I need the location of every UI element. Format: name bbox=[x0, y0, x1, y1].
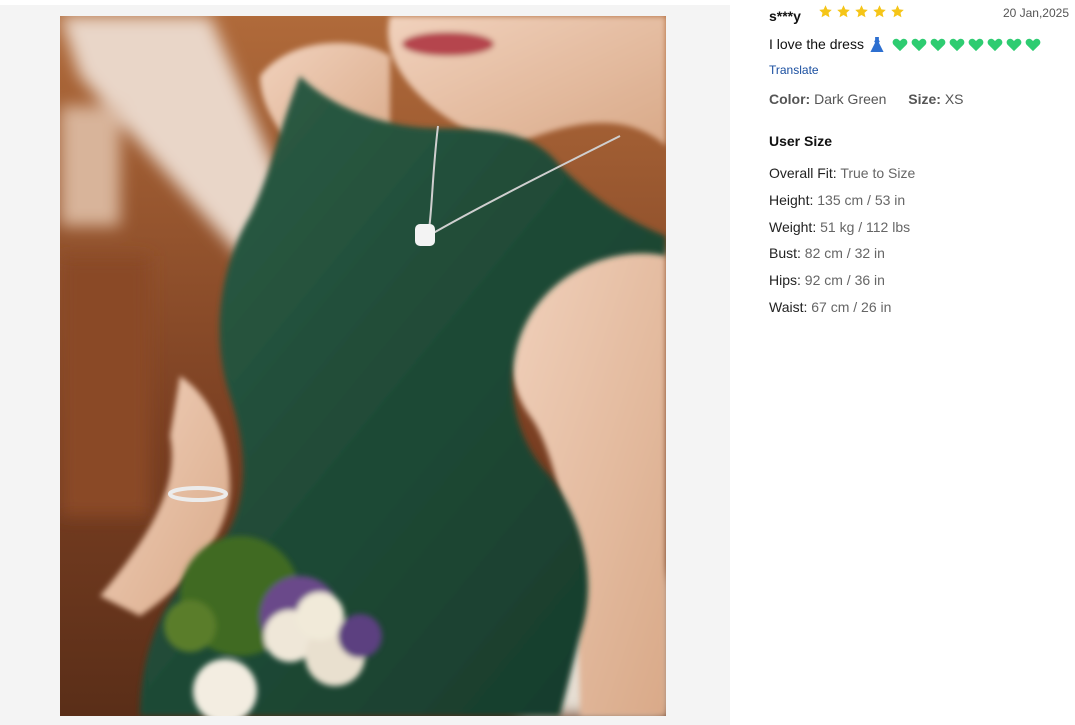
size-row-label: Hips: bbox=[769, 272, 801, 289]
size-row-label: Weight: bbox=[769, 218, 817, 235]
rating-stars bbox=[818, 4, 905, 19]
size-row-bust: Bust: 82 cm / 32 in bbox=[769, 240, 915, 267]
color-value: Dark Green bbox=[814, 91, 887, 107]
green-heart-emoji-icon bbox=[987, 38, 1003, 51]
size-row-label: Bust: bbox=[769, 245, 801, 262]
green-heart-emoji-icon bbox=[949, 38, 965, 51]
size-row-height: Height: 135 cm / 53 in bbox=[769, 187, 915, 214]
star-icon bbox=[819, 5, 832, 18]
size-row-weight: Weight: 51 kg / 112 lbs bbox=[769, 214, 915, 241]
green-heart-emoji-icon bbox=[911, 38, 927, 51]
reviewer-name: s***y bbox=[769, 8, 801, 24]
heart-emoji-group bbox=[892, 37, 1041, 52]
review-text-body: I love the dress bbox=[769, 36, 864, 52]
green-heart-emoji-icon bbox=[1006, 38, 1022, 51]
size-row-hips: Hips: 92 cm / 36 in bbox=[769, 267, 915, 294]
green-heart-emoji-icon bbox=[892, 38, 908, 51]
size-row-overall-fit: Overall Fit: True to Size bbox=[769, 160, 915, 187]
green-heart-emoji-icon bbox=[968, 38, 984, 51]
review-photo-image bbox=[60, 16, 666, 716]
review-text: I love the dress bbox=[769, 36, 1041, 52]
size-row-waist: Waist: 67 cm / 26 in bbox=[769, 294, 915, 321]
size-row-value: 135 cm / 53 in bbox=[817, 191, 906, 208]
user-size-list: Overall Fit: True to Size Height: 135 cm… bbox=[769, 160, 915, 321]
review-detail: s***y 20 Jan,2025 I love the dress Trans… bbox=[0, 0, 1075, 725]
size-row-label: Overall Fit: bbox=[769, 165, 837, 181]
user-size-title: User Size bbox=[769, 133, 833, 149]
size-row-value: 92 cm / 36 in bbox=[804, 272, 885, 289]
star-icon bbox=[873, 5, 886, 18]
color-label: Color: bbox=[769, 91, 811, 107]
purchase-specs: Color: Dark Green Size: XS bbox=[769, 91, 964, 107]
size-value: XS bbox=[944, 91, 964, 107]
size-row-label: Height: bbox=[769, 191, 814, 208]
dress-emoji-icon bbox=[870, 36, 884, 52]
star-icon bbox=[837, 5, 850, 18]
size-row-value: True to Size bbox=[840, 165, 916, 181]
review-info-panel: s***y 20 Jan,2025 I love the dress Trans… bbox=[769, 0, 1069, 315]
size-label: Size: bbox=[908, 91, 941, 107]
translate-link[interactable]: Translate bbox=[769, 63, 819, 77]
size-row-label: Waist: bbox=[769, 298, 808, 315]
star-icon bbox=[855, 5, 868, 18]
size-row-value: 51 kg / 112 lbs bbox=[820, 218, 911, 235]
size-row-value: 82 cm / 32 in bbox=[804, 245, 885, 262]
review-date: 20 Jan,2025 bbox=[1002, 6, 1069, 20]
review-header: s***y 20 Jan,2025 bbox=[769, 0, 1069, 30]
size-row-value: 67 cm / 26 in bbox=[811, 298, 892, 315]
green-heart-emoji-icon bbox=[1025, 38, 1041, 51]
review-photo[interactable] bbox=[60, 16, 666, 716]
star-icon bbox=[891, 5, 904, 18]
review-photo-panel bbox=[0, 5, 730, 725]
green-heart-emoji-icon bbox=[930, 38, 946, 51]
